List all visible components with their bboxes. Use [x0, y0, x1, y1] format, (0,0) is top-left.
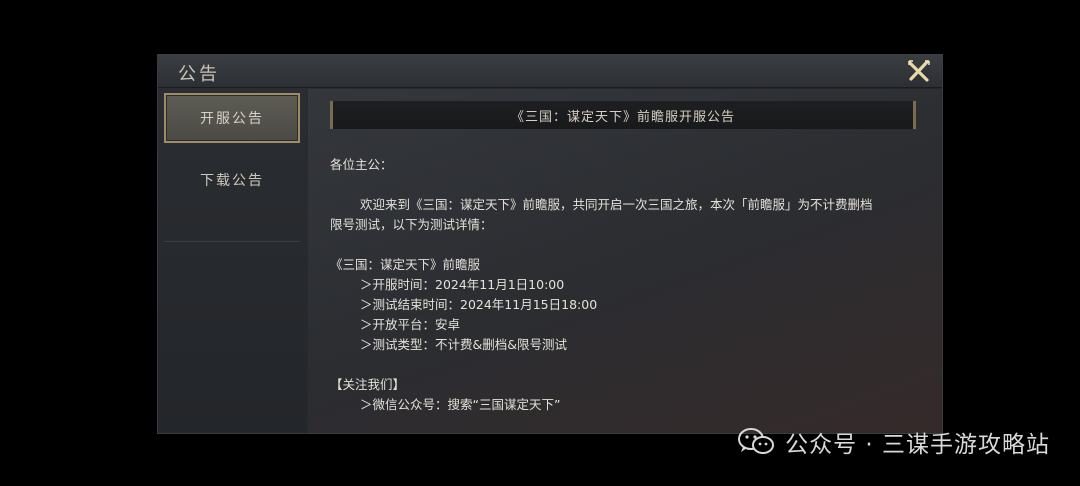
announcement-banner: 《三国：谋定天下》前瞻服开服公告: [330, 101, 916, 129]
tab-open-server-notice[interactable]: 开服公告: [164, 93, 300, 143]
server-name: 《三国：谋定天下》前瞻服: [330, 257, 481, 272]
greeting: 各位主公：: [330, 157, 393, 172]
intro-line-2: 限号测试，以下为测试详情：: [330, 217, 493, 232]
announcement-body: 各位主公： 欢迎来到《三国：谋定天下》前瞻服，共同开启一次三国之旅，本次「前瞻服…: [330, 155, 930, 415]
watermark: 公众号 · 三谋手游攻略站: [737, 422, 1050, 462]
detail-end-time: ＞测试结束时间：2024年11月15日18:00: [360, 297, 598, 312]
screen: 公告 开服公告 下载公告 《三国：谋定天下》前瞻服开服公告 各位主公： 欢迎来到…: [0, 0, 1080, 486]
announcement-content[interactable]: 《三国：谋定天下》前瞻服开服公告 各位主公： 欢迎来到《三国：谋定天下》前瞻服，…: [308, 89, 942, 433]
detail-open-time: ＞开服时间：2024年11月1日10:00: [360, 277, 565, 292]
intro-line-1: 欢迎来到《三国：谋定天下》前瞻服，共同开启一次三国之旅，本次「前瞻服」为不计费删…: [360, 197, 873, 212]
sidebar: 开服公告 下载公告: [158, 89, 306, 433]
detail-platform: ＞开放平台：安卓: [360, 317, 461, 332]
follow-header: 【关注我们】: [330, 377, 406, 392]
close-button[interactable]: [906, 58, 932, 84]
tab-divider: [164, 241, 300, 242]
tab-label: 开服公告: [200, 111, 264, 127]
close-x-icon: [908, 60, 930, 82]
tab-download-notice[interactable]: 下载公告: [164, 155, 300, 205]
announcement-dialog: 公告 开服公告 下载公告 《三国：谋定天下》前瞻服开服公告 各位主公： 欢迎来到…: [157, 54, 943, 434]
tab-label: 下载公告: [200, 173, 264, 189]
wechat-icon: [738, 428, 775, 454]
follow-wechat: ＞微信公众号：搜索“三国谋定天下”: [360, 397, 561, 412]
dialog-titlebar: 公告: [158, 55, 942, 88]
dialog-title: 公告: [178, 64, 220, 85]
detail-test-type: ＞测试类型：不计费&删档&限号测试: [360, 337, 567, 352]
watermark-text: 公众号 · 三谋手游攻略站: [785, 432, 1050, 458]
